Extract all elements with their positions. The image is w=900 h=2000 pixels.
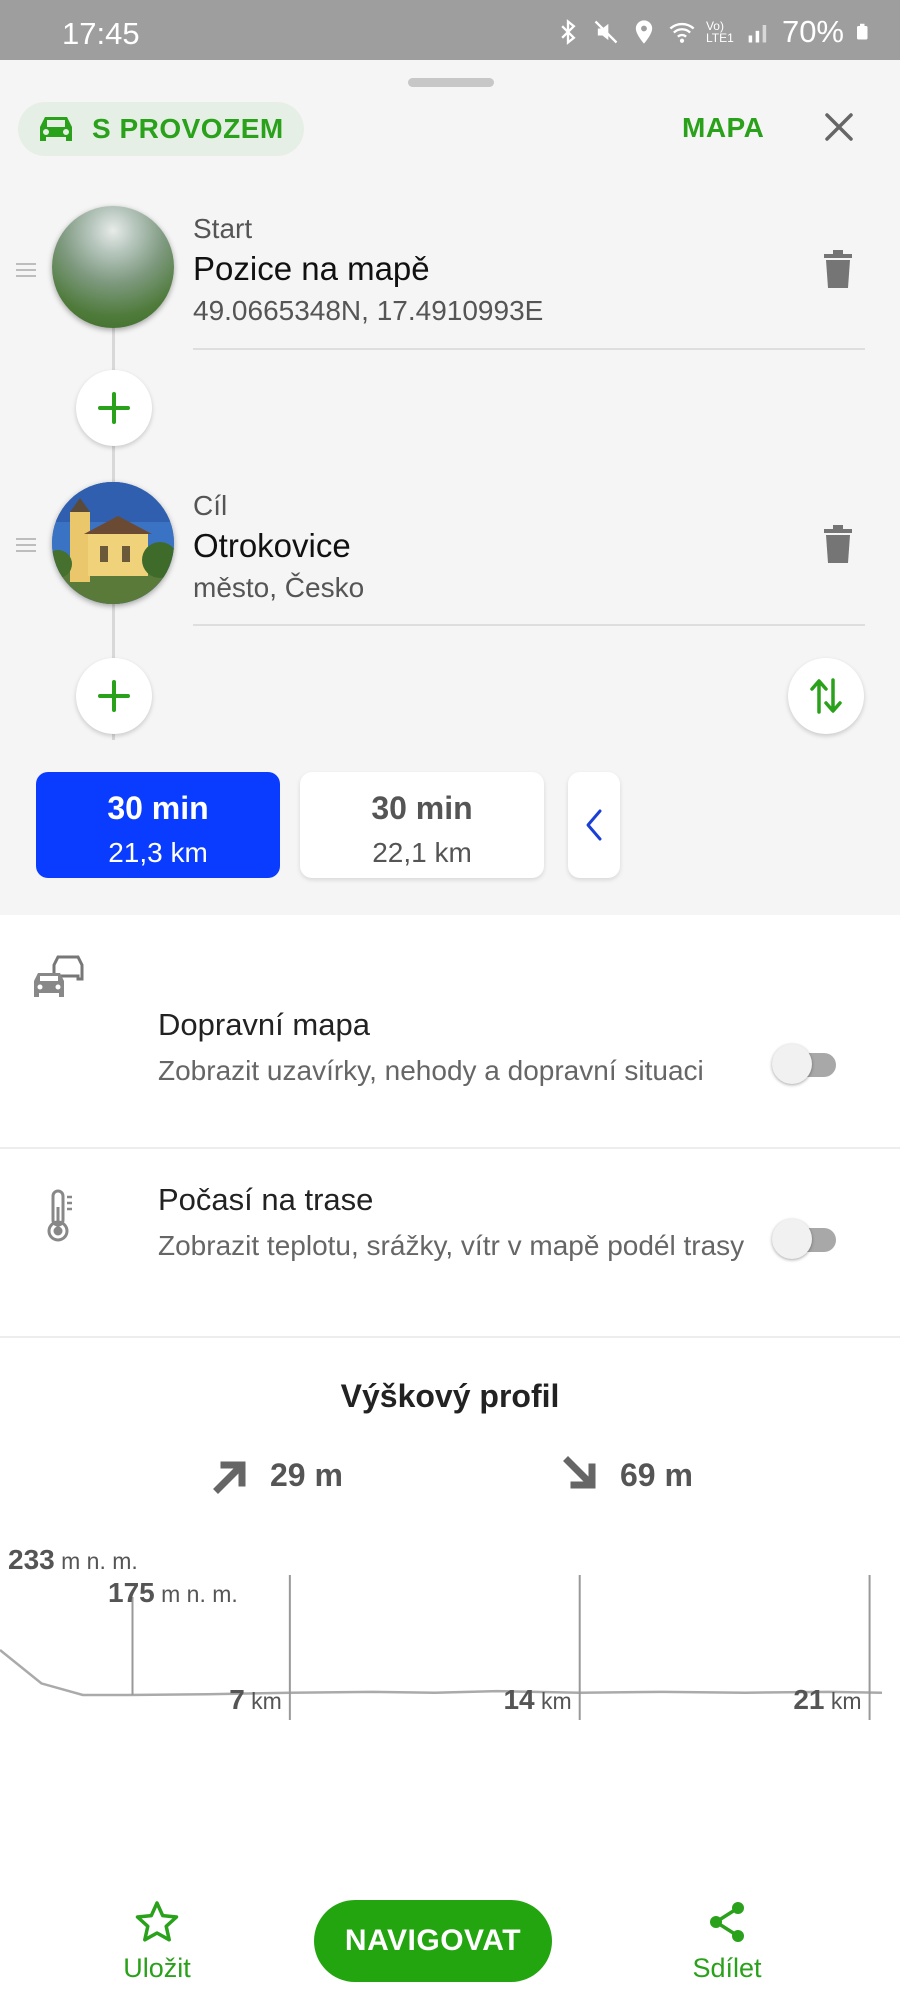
weather-on-route-toggle[interactable] [772,1215,838,1259]
waypoint-name[interactable]: Otrokovice [193,527,351,565]
swap-arrows-icon [810,678,842,714]
route-distance: 21,3 km [108,837,208,868]
bluetooth-icon [561,19,576,45]
wifi-icon [669,22,695,43]
lte-label: Vo) LTE1 [705,19,734,45]
share-icon [710,1902,744,1942]
divider [193,624,865,626]
waypoint-kind: Cíl [193,490,228,521]
toggle-knob [772,1219,812,1259]
status-bar: 17:45 Vo) LTE1 70% [0,0,900,60]
waypoint-region: město, Česko [193,572,365,603]
save-label: Uložit [123,1953,191,1983]
drag-handle-start[interactable] [16,263,36,277]
setting-title: Počasí na trase [158,1182,374,1217]
route-option-1[interactable]: 30 min 21,3 km [36,772,280,878]
add-stop-button[interactable] [76,658,152,734]
destination-photo [52,482,174,604]
ascent-stat: 29 m [210,1455,343,1495]
close-icon[interactable] [820,108,858,146]
more-routes-button[interactable] [568,772,620,878]
thermometer-icon [47,1189,72,1242]
traffic-mode-label: S PROVOZEM [92,113,284,144]
share-label: Sdílet [692,1953,762,1983]
start-avatar [52,206,174,328]
traffic-cars-icon [34,955,84,997]
sheet-drag-handle[interactable] [408,78,494,87]
route-time: 30 min [107,790,209,826]
delete-waypoint-icon[interactable] [822,250,854,290]
waypoint-coordinates: 49.0665348N, 17.4910993E [193,295,544,326]
battery-icon [857,23,868,40]
chevron-left-icon [586,809,602,841]
drag-handle-destination[interactable] [16,538,36,552]
divider [193,348,865,350]
elevation-title: Výškový profil [340,1378,560,1414]
add-stop-button[interactable] [76,370,152,446]
min-elevation-label: 175 m n. m. [108,1577,238,1608]
plus-icon [98,680,130,712]
status-time: 17:45 [62,16,140,51]
setting-subtitle: Zobrazit teplotu, srážky, vítr v mapě po… [158,1230,745,1261]
map-button[interactable]: MAPA [682,112,764,144]
descent-value: 69 m [620,1456,693,1493]
traffic-mode-chip[interactable]: S PROVOZEM [18,102,304,156]
church-photo [52,482,174,604]
elevation-chart: 7 km 14 km 21 km 233 m n. m.175 m n. m. [0,1544,883,1720]
star-icon [135,1901,179,1942]
swap-waypoints-button[interactable] [788,658,864,734]
ascent-value: 29 m [270,1456,343,1493]
delete-waypoint-icon[interactable] [822,525,854,565]
setting-subtitle: Zobrazit uzavírky, nehody a dopravní sit… [158,1055,704,1086]
divider [0,1147,900,1149]
mute-icon [594,20,618,44]
km-tick-label: 14 km [503,1684,571,1715]
share-button[interactable]: Sdílet [682,1900,772,1984]
route-options-panel: Dopravní mapa Zobrazit uzavírky, nehody … [0,915,900,2000]
navigate-button[interactable]: NAVIGOVAT [314,1900,552,1982]
waypoint-kind: Start [193,213,253,244]
ascent-arrow-icon [213,1461,246,1494]
waypoint-name[interactable]: Pozice na mapě [193,250,430,288]
car-icon [40,117,72,141]
plus-icon [98,392,130,424]
signal-icon [748,25,767,43]
traffic-map-toggle[interactable] [772,1040,838,1084]
descent-arrow-icon [563,1456,596,1489]
location-icon [635,20,653,44]
km-tick-label: 21 km [793,1684,861,1715]
battery-percent: 70% [781,14,844,49]
status-icons: Vo) LTE1 70% [554,14,872,50]
descent-stat: 69 m [560,1455,693,1495]
route-distance: 22,1 km [372,837,472,868]
divider [0,1336,900,1338]
route-planner-sheet: S PROVOZEM MAPA Start Pozice na mapě 49.… [0,60,900,2000]
toggle-knob [772,1044,812,1084]
route-time: 30 min [371,790,473,826]
route-option-2[interactable]: 30 min 22,1 km [300,772,544,878]
save-button[interactable]: Uložit [112,1900,202,1984]
max-elevation-label: 233 m n. m. [8,1544,138,1575]
km-tick-label: 7 km [229,1684,282,1715]
setting-title: Dopravní mapa [158,1007,370,1042]
